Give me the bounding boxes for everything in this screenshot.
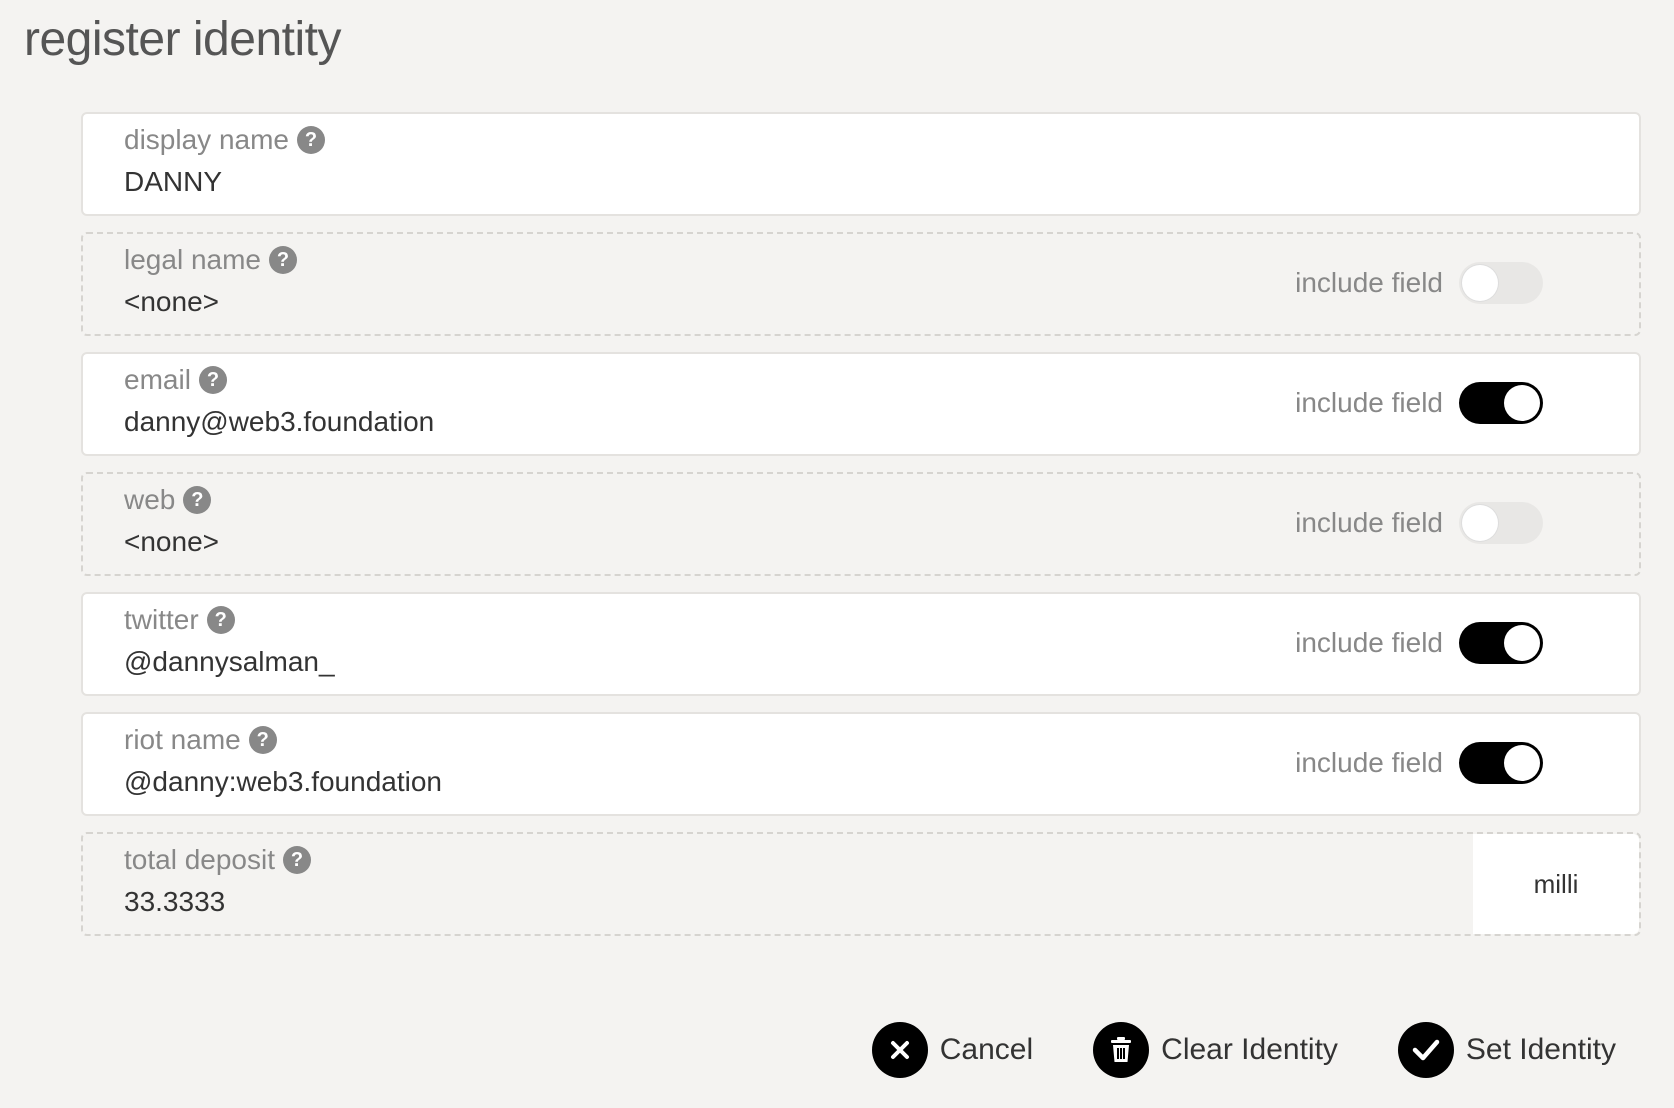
include-toggle-group: include field: [1295, 262, 1543, 304]
legal-name-label: legal name: [124, 244, 261, 275]
web-label: web: [124, 484, 176, 515]
total-deposit-field: total deposit ? 33.3333 milli: [81, 832, 1641, 936]
legal-name-input[interactable]: <none>: [124, 286, 219, 318]
include-toggle-group: include field: [1295, 742, 1543, 784]
close-icon: [871, 1022, 928, 1078]
help-icon[interactable]: ?: [206, 606, 235, 634]
help-icon[interactable]: ?: [183, 486, 212, 514]
web-include-toggle[interactable]: [1459, 502, 1543, 544]
total-deposit-label: total deposit: [124, 844, 275, 875]
field-label: total deposit ?: [124, 844, 311, 876]
include-field-label: include field: [1295, 747, 1443, 778]
twitter-input[interactable]: @dannysalman_: [124, 646, 335, 678]
web-field[interactable]: web ? <none> include field: [81, 472, 1641, 576]
field-label: twitter ?: [124, 604, 235, 636]
web-input[interactable]: <none>: [124, 526, 219, 558]
toggle-knob: [1504, 625, 1540, 661]
include-field-label: include field: [1295, 267, 1443, 298]
include-field-label: include field: [1295, 387, 1443, 418]
include-field-label: include field: [1295, 627, 1443, 658]
help-icon[interactable]: ?: [198, 366, 227, 394]
email-field[interactable]: email ? danny@web3.foundation include fi…: [81, 352, 1641, 456]
action-bar: Cancel Clear Identity Set Identity: [871, 1022, 1616, 1078]
set-identity-label: Set Identity: [1465, 1033, 1616, 1066]
clear-identity-label: Clear Identity: [1161, 1033, 1338, 1066]
riot-name-field[interactable]: riot name ? @danny:web3.foundation inclu…: [81, 712, 1641, 816]
email-input[interactable]: danny@web3.foundation: [124, 406, 434, 438]
field-label: web ?: [124, 484, 212, 516]
legal-name-include-toggle[interactable]: [1459, 262, 1543, 304]
set-identity-button[interactable]: Set Identity: [1397, 1022, 1616, 1078]
display-name-field[interactable]: display name ? DANNY: [81, 112, 1641, 216]
field-label: legal name ?: [124, 244, 297, 276]
help-icon[interactable]: ?: [296, 126, 325, 154]
toggle-knob: [1462, 265, 1498, 301]
help-icon[interactable]: ?: [268, 246, 297, 274]
twitter-label: twitter: [124, 604, 199, 635]
clear-identity-button[interactable]: Clear Identity: [1093, 1022, 1338, 1078]
cancel-label: Cancel: [939, 1033, 1034, 1066]
include-field-label: include field: [1295, 507, 1443, 538]
toggle-knob: [1504, 745, 1540, 781]
field-label: display name ?: [124, 124, 325, 156]
toggle-knob: [1504, 385, 1540, 421]
identity-form: display name ? DANNY legal name ? <none>…: [81, 112, 1641, 952]
include-toggle-group: include field: [1295, 622, 1543, 664]
include-toggle-group: include field: [1295, 382, 1543, 424]
display-name-label: display name: [124, 124, 289, 155]
toggle-knob: [1462, 505, 1498, 541]
help-icon[interactable]: ?: [283, 846, 311, 874]
check-icon: [1397, 1022, 1454, 1078]
field-label: riot name ?: [124, 724, 277, 756]
riot-name-input[interactable]: @danny:web3.foundation: [124, 766, 442, 798]
email-label: email: [124, 364, 191, 395]
modal-title: register identity: [24, 13, 341, 66]
twitter-field[interactable]: twitter ? @dannysalman_ include field: [81, 592, 1641, 696]
riot-name-label: riot name: [124, 724, 241, 755]
cancel-button[interactable]: Cancel: [871, 1022, 1034, 1078]
deposit-unit: milli: [1473, 834, 1639, 934]
trash-icon: [1093, 1022, 1150, 1078]
help-icon[interactable]: ?: [248, 726, 277, 754]
email-include-toggle[interactable]: [1459, 382, 1543, 424]
include-toggle-group: include field: [1295, 502, 1543, 544]
legal-name-field[interactable]: legal name ? <none> include field: [81, 232, 1641, 336]
total-deposit-value: 33.3333: [124, 886, 226, 917]
field-label: email ?: [124, 364, 227, 396]
riot-name-include-toggle[interactable]: [1459, 742, 1543, 784]
display-name-input[interactable]: DANNY: [124, 166, 222, 198]
twitter-include-toggle[interactable]: [1459, 622, 1543, 664]
